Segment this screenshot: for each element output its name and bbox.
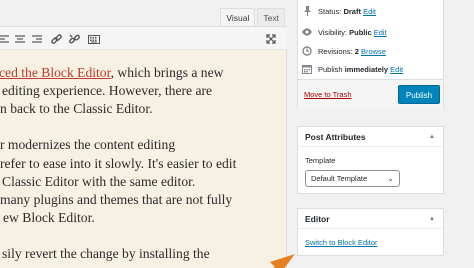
block-editor-link[interactable]: ced the Block Editor [0, 65, 111, 80]
revisions-row: Revisions: 2 Browse [302, 46, 386, 56]
align-right-icon[interactable] [30, 32, 44, 46]
calendar-icon [302, 64, 312, 74]
post-attributes-box: Post Attributes ▲ Template Default Templ… [297, 126, 444, 194]
editor-mode-tabs: Visual Text [218, 8, 285, 26]
revisions-count: 2 [354, 46, 359, 56]
keyboard-icon[interactable] [87, 32, 101, 46]
editor-content[interactable]: ced the Block Editor, which brings a new… [0, 50, 287, 268]
eye-icon [302, 27, 312, 37]
visibility-value: Public [349, 27, 372, 37]
status-row: Status: Draft Edit [302, 6, 376, 16]
post-attributes-header[interactable]: Post Attributes ▲ [298, 127, 443, 147]
chevron-down-icon: ⌄ [387, 174, 394, 183]
editor-box-title: Editor [305, 214, 330, 224]
post-attributes-title: Post Attributes [305, 132, 366, 142]
align-center-icon[interactable] [13, 32, 27, 46]
switch-to-block-editor-link[interactable]: Switch to Block Editor [305, 238, 378, 247]
edit-status-link[interactable]: Edit [363, 7, 376, 16]
status-value: Draft [343, 6, 361, 16]
fullscreen-icon[interactable] [264, 32, 278, 46]
content-line: Classic Editor with the same editor. [2, 174, 196, 189]
content-line: many plugins and themes that are not ful… [0, 192, 233, 207]
publish-button[interactable]: Publish [398, 85, 440, 104]
revisions-icon [302, 46, 312, 56]
visibility-row: Visibility: Public Edit [302, 27, 387, 37]
content-line: editing experience. However, there are [2, 83, 213, 98]
right-gutter [444, 0, 474, 268]
publish-time-value: immediately [344, 64, 389, 74]
content-line: r modernizes the content editing [0, 137, 176, 152]
content-line: ew Block Editor. [3, 210, 95, 225]
schedule-row: Publish immediately Edit [302, 64, 403, 74]
template-label: Template [305, 156, 336, 165]
tab-visual[interactable]: Visual [220, 8, 256, 26]
edit-publish-time-link[interactable]: Edit [390, 65, 403, 74]
move-to-trash-link[interactable]: Move to Trash [304, 90, 352, 99]
content-line: n back to the Classic Editor. [0, 101, 153, 116]
unlink-icon[interactable] [67, 32, 81, 46]
align-left-icon[interactable] [0, 32, 11, 46]
collapse-toggle-icon[interactable]: ▲ [429, 209, 435, 229]
collapse-toggle-icon[interactable]: ▲ [429, 127, 435, 147]
link-icon[interactable] [49, 32, 63, 46]
pin-icon [302, 6, 312, 16]
tab-text[interactable]: Text [257, 8, 285, 26]
content-line: sily revert the change by installing the [2, 246, 210, 261]
edit-visibility-link[interactable]: Edit [374, 28, 387, 37]
editor-toolbar [0, 26, 287, 50]
editor-switch-box: Editor ▲ Switch to Block Editor [297, 208, 444, 256]
template-select[interactable]: Default Template ⌄ [305, 170, 400, 187]
browse-revisions-link[interactable]: Browse [361, 47, 386, 56]
content-line: refer to ease into it slowly. It's easie… [0, 156, 237, 171]
publish-box: Status: Draft Edit Visibility: Public Ed… [297, 0, 444, 109]
content-line: ced the Block Editor, which brings a new [0, 65, 224, 80]
publish-actions: Move to Trash Publish [298, 79, 443, 109]
classic-editor: Visual Text ced the Block Editor, which … [0, 0, 287, 268]
editor-box-header[interactable]: Editor ▲ [298, 209, 443, 229]
